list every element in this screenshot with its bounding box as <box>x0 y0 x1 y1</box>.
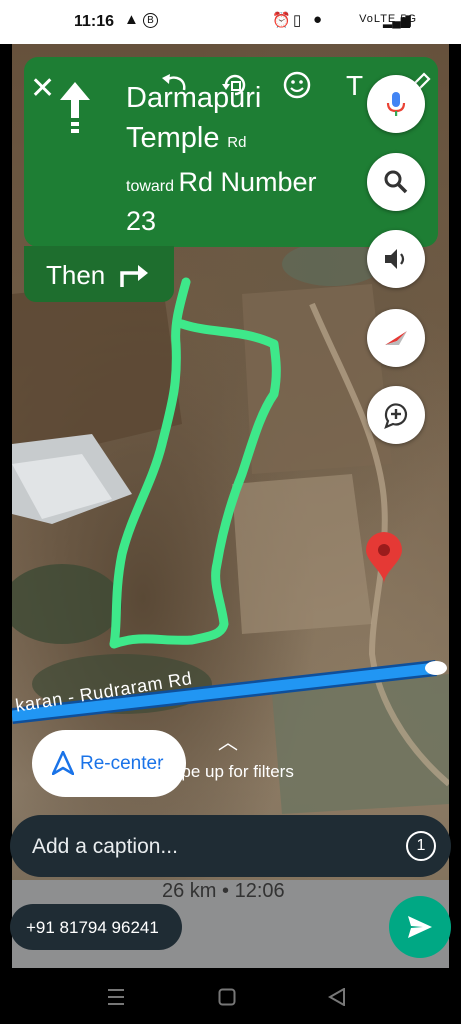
system-navigation-bar <box>0 968 461 1024</box>
recenter-label: Re-center <box>80 753 164 774</box>
report-incident-icon <box>384 403 408 429</box>
vibrate-icon: ▯ <box>293 12 302 29</box>
then-label: Then <box>46 260 106 290</box>
send-icon <box>408 916 432 938</box>
text-icon[interactable]: T <box>346 70 363 102</box>
route-end-marker <box>425 661 447 675</box>
navigation-icon <box>51 750 75 781</box>
undo-icon[interactable] <box>158 70 188 105</box>
recipient-number: +91 81794 96241 <box>26 918 159 937</box>
caption-placeholder: Add a caption... <box>32 835 178 858</box>
close-icon[interactable]: ✕ <box>30 74 55 104</box>
toward-line: toward Rd Number 23 <box>126 165 356 243</box>
status-time: 11:16 <box>74 13 115 30</box>
toward-street-number: 23 <box>126 206 157 236</box>
then-card[interactable]: Then <box>24 246 174 302</box>
search-button[interactable] <box>367 153 425 211</box>
swipe-hint: Swipe up for filters <box>154 762 294 781</box>
straight-arrow-icon <box>60 82 90 139</box>
toward-prefix: toward <box>126 178 175 195</box>
navigation-arrow-icon: ▲ <box>124 11 139 28</box>
alarm-icon: ⏰ <box>272 12 291 29</box>
turn-right-icon <box>118 261 148 292</box>
send-button[interactable] <box>389 896 451 958</box>
tree-cluster <box>12 564 122 644</box>
toward-street: Rd Number <box>178 167 317 197</box>
recipient-chip[interactable]: +91 81794 96241 <box>10 904 182 950</box>
compass-icon <box>385 331 407 345</box>
back-icon[interactable] <box>327 987 346 1011</box>
field-patch <box>272 674 449 814</box>
location-icon: ● <box>313 11 323 28</box>
search-icon <box>384 170 408 194</box>
report-incident-button[interactable] <box>367 386 425 444</box>
mic-icon <box>386 92 406 116</box>
status-bar: 11:16 ▲ B ⏰ ▯ ● VoLTE 5G ▂▄▆ ▮ <box>0 0 461 44</box>
volume-icon <box>385 249 405 269</box>
compass-button[interactable] <box>367 309 425 367</box>
field-patch <box>12 279 182 464</box>
view-once-icon[interactable]: 1 <box>406 831 436 861</box>
chevron-up-icon[interactable]: ︿ <box>218 726 238 755</box>
caption-input[interactable]: Add a caption... 1 <box>10 815 451 877</box>
home-icon[interactable] <box>218 988 236 1011</box>
battery-icon: ▮ <box>404 12 413 29</box>
screen: 11:16 ▲ B ⏰ ▯ ● VoLTE 5G ▂▄▆ ▮ ✕ Darmapu… <box>0 0 461 1024</box>
street-suffix: Rd <box>227 134 247 151</box>
volume-button[interactable] <box>367 230 425 288</box>
emoji-icon[interactable] <box>282 70 312 105</box>
mic-button[interactable] <box>367 75 425 133</box>
menu-icon[interactable] <box>106 988 126 1011</box>
b-badge-icon: B <box>143 13 158 28</box>
trip-summary: 26 km • 12:06 <box>162 880 285 902</box>
street-line2: Temple <box>126 122 220 154</box>
rotate-icon[interactable] <box>220 70 250 105</box>
destination-pin-icon[interactable] <box>366 532 402 589</box>
field-patch <box>232 474 372 634</box>
